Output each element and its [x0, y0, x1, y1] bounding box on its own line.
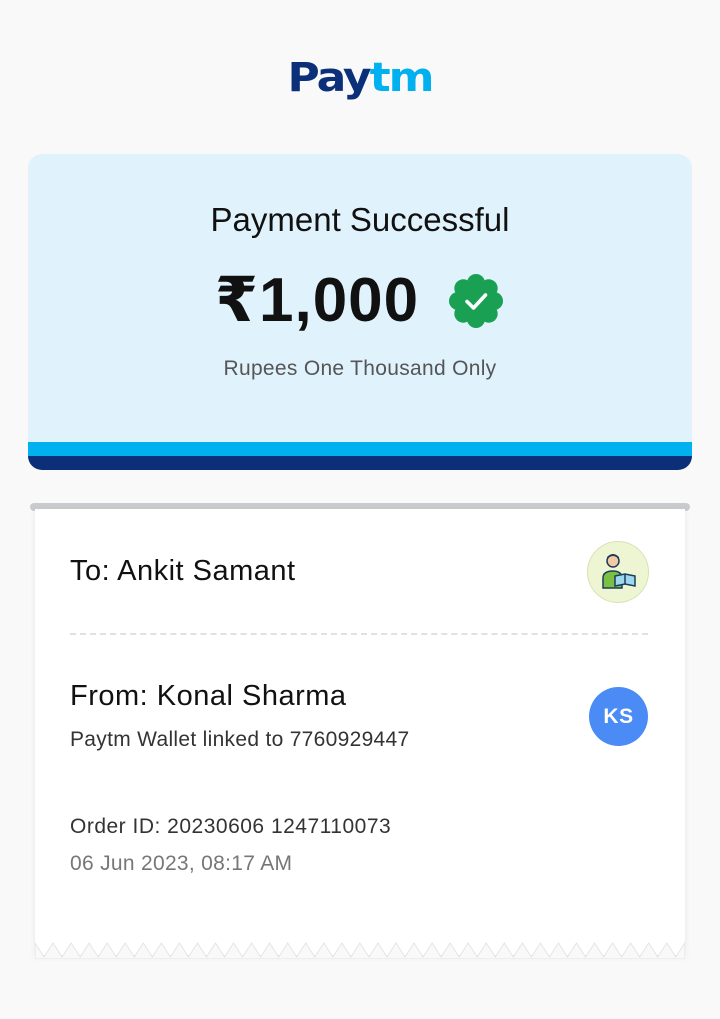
sender-name: From: Konal Sharma [70, 680, 347, 712]
amount-row: ₹1,000 [0, 266, 720, 336]
order-id: Order ID: 20230606 1247110073 [70, 815, 392, 838]
receiver-name: To: Ankit Samant [70, 555, 296, 587]
amount-in-words: Rupees One Thousand Only [223, 357, 497, 380]
sender-avatar[interactable]: KS [589, 687, 648, 746]
sender-wallet-info: Paytm Wallet linked to 7760929447 [70, 728, 410, 751]
receiver-avatar[interactable] [587, 541, 649, 603]
payment-status-title: Payment Successful [210, 201, 510, 238]
paytm-logo: Paytm [0, 56, 720, 100]
payment-amount: ₹1,000 [214, 266, 420, 335]
brand-stripe-dark [28, 456, 692, 470]
section-divider [70, 633, 648, 635]
logo-tm-text: tm [369, 54, 435, 101]
transaction-timestamp: 06 Jun 2023, 08:17 AM [70, 852, 293, 875]
user-reading-icon [602, 554, 636, 589]
logo-pay-text: Pay [287, 54, 372, 101]
receipt-zigzag-edge [35, 941, 685, 959]
brand-stripe-light [28, 442, 692, 456]
verified-check-icon [449, 274, 504, 328]
